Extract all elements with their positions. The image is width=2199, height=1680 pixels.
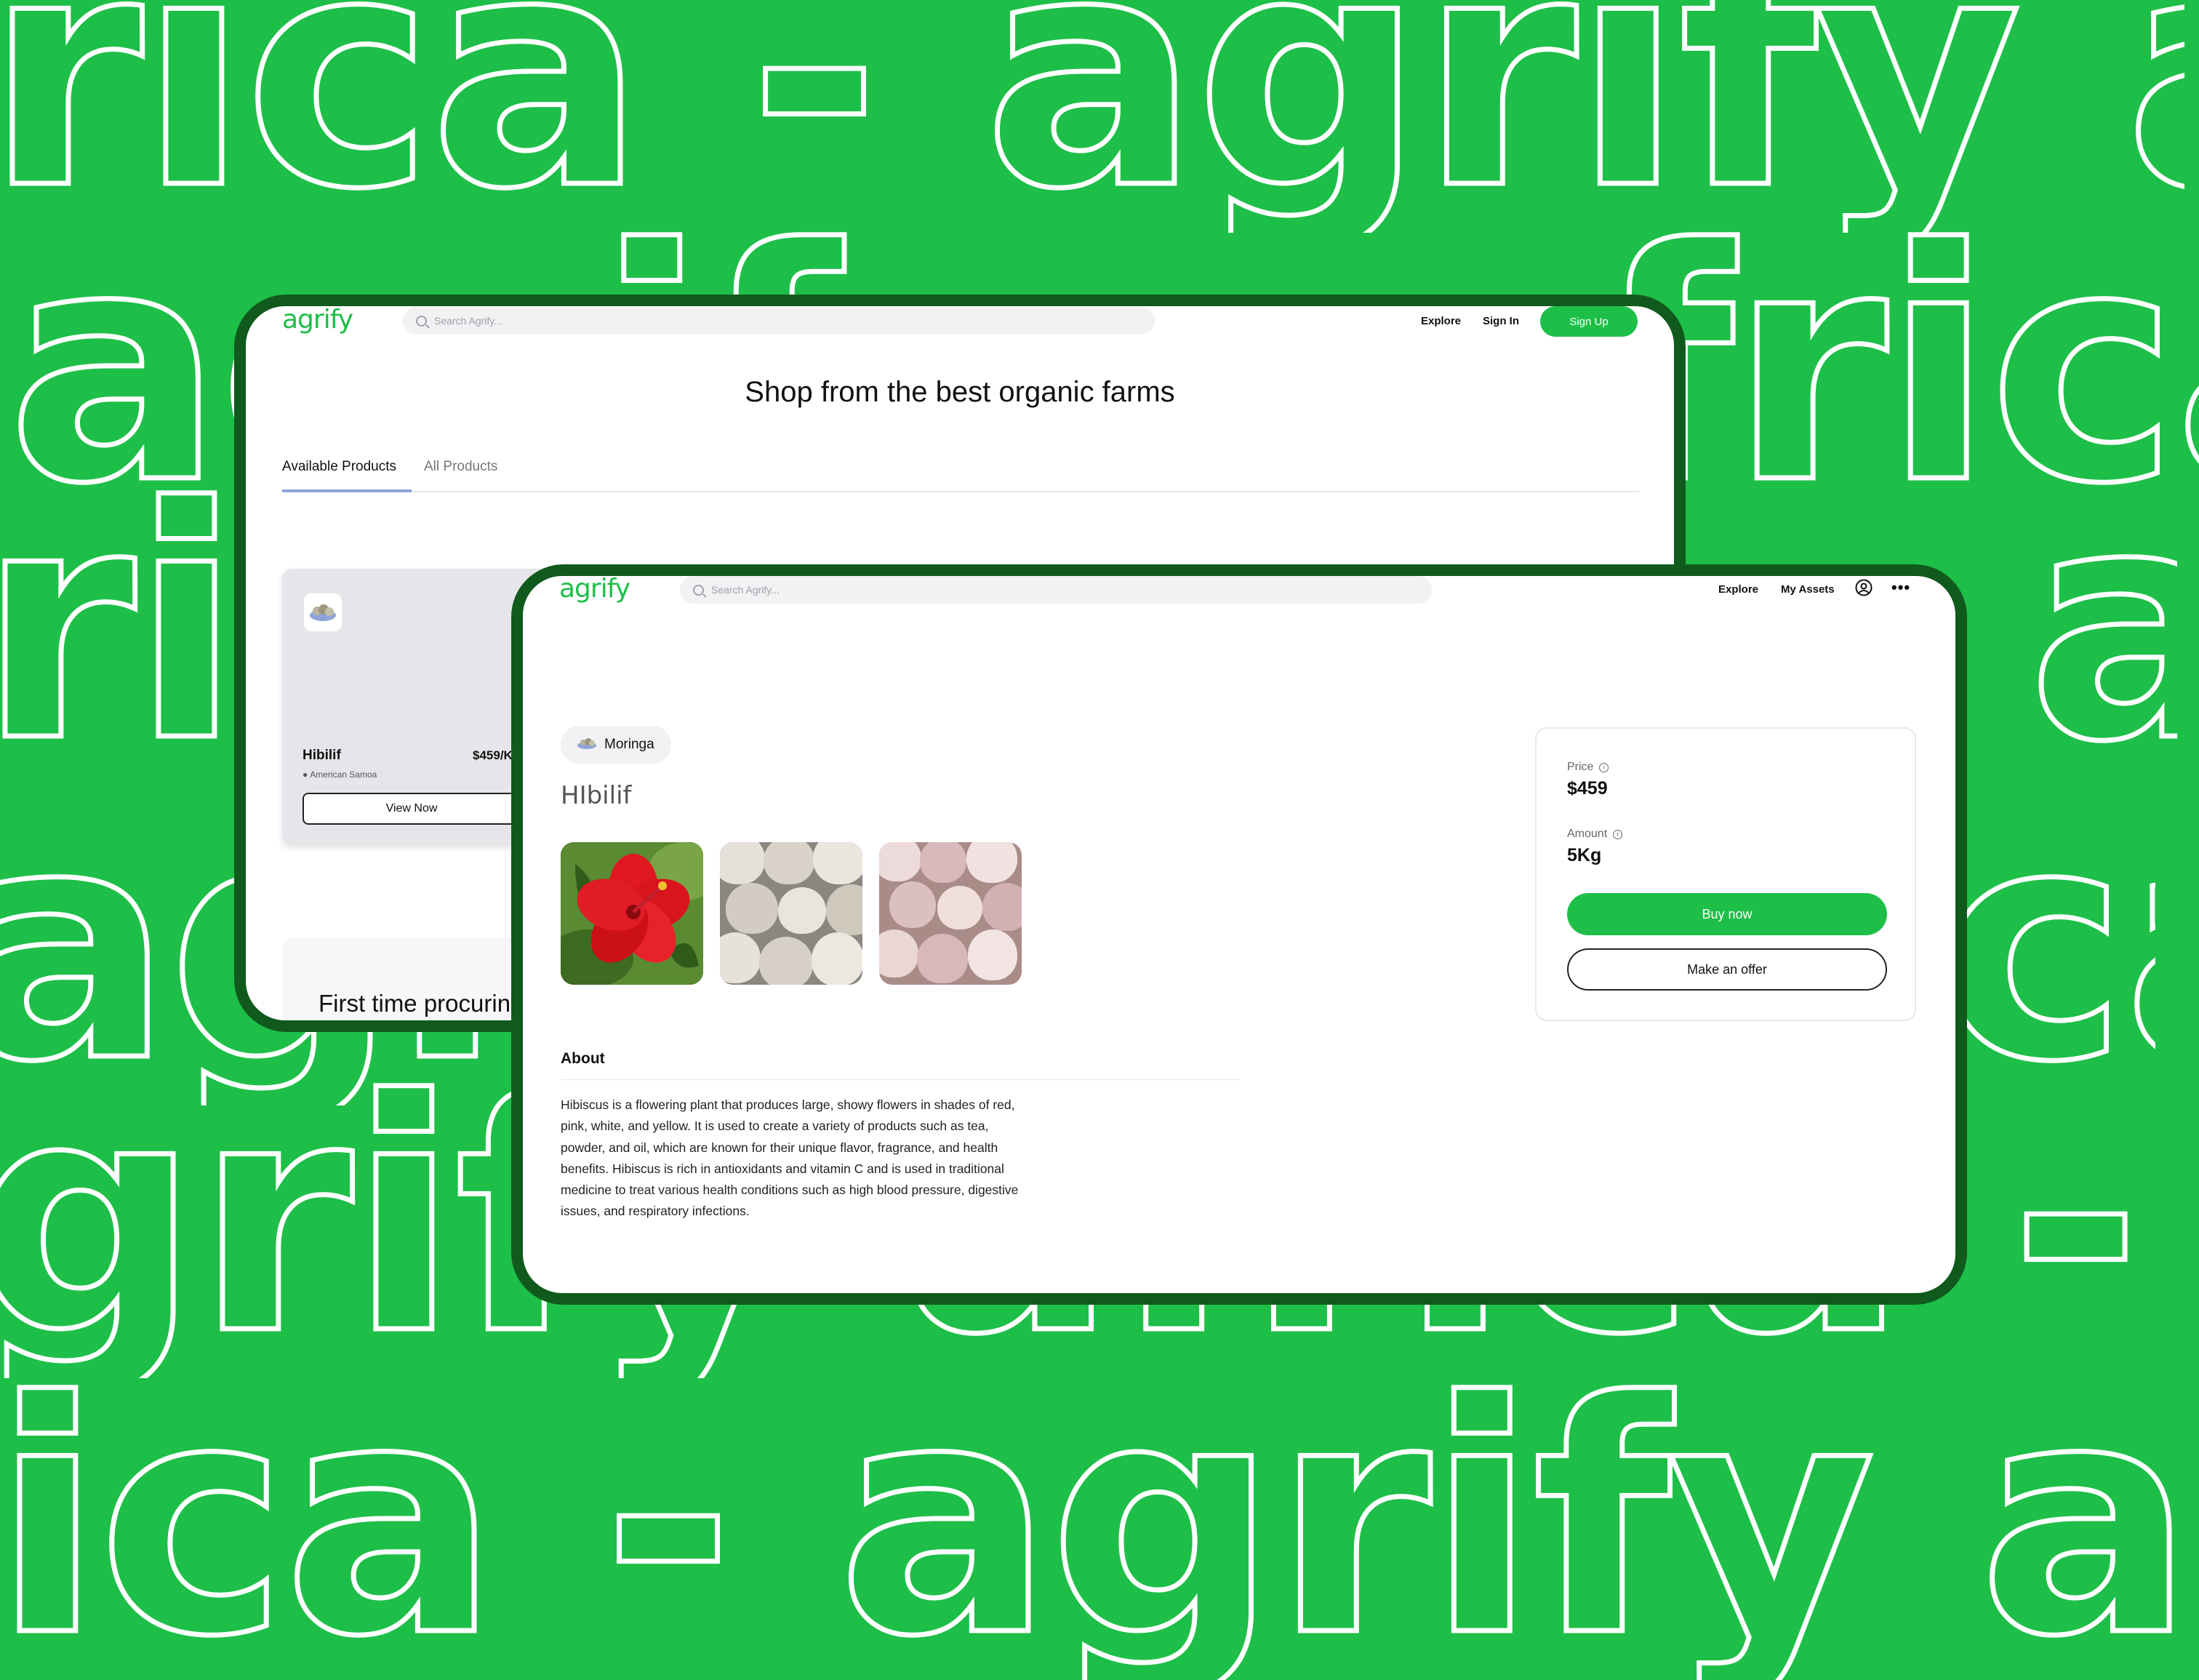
location-pin-icon: ● bbox=[303, 769, 308, 780]
location-text: American Samoa bbox=[310, 769, 377, 780]
category-label: Moringa bbox=[604, 737, 654, 752]
pink-garlic-photo[interactable] bbox=[879, 842, 1022, 985]
agrify-logo[interactable]: agrify bbox=[282, 306, 353, 335]
hibiscus-flower-photo[interactable] bbox=[561, 842, 703, 985]
bg-text-row-6: ica - agrify africa - agrify africa bbox=[0, 1360, 2192, 1680]
info-icon: i bbox=[1613, 829, 1623, 839]
moringa-icon bbox=[577, 737, 597, 753]
agrify-logo[interactable]: agrify bbox=[559, 576, 630, 604]
product-title: HIbilif bbox=[561, 781, 632, 810]
search-placeholder: Search Agrify... bbox=[434, 315, 502, 327]
page-headline: Shop from the best organic farms bbox=[745, 376, 1175, 408]
info-icon: i bbox=[1599, 762, 1609, 772]
amount-value: 5Kg bbox=[1567, 845, 1602, 865]
nav-my-assets[interactable]: My Assets bbox=[1781, 583, 1835, 596]
nav-sign-in[interactable]: Sign In bbox=[1483, 315, 1519, 327]
price-label-row: Price i bbox=[1567, 761, 1609, 774]
product-location: ● American Samoa bbox=[303, 769, 377, 780]
price-label: Price bbox=[1567, 761, 1594, 773]
price-panel: Price i $459 Amount i 5Kg Buy now Make a… bbox=[1535, 727, 1916, 1021]
search-placeholder: Search Agrify... bbox=[711, 584, 780, 596]
amount-label: Amount bbox=[1567, 828, 1608, 840]
more-dots-icon[interactable]: ••• bbox=[1891, 578, 1910, 597]
price-value: $459 bbox=[1567, 778, 1608, 799]
buy-now-button[interactable]: Buy now bbox=[1567, 893, 1887, 935]
about-divider bbox=[561, 1079, 1240, 1080]
view-now-button[interactable]: View Now bbox=[303, 793, 521, 825]
tabs-divider bbox=[282, 491, 1639, 492]
nav-explore[interactable]: Explore bbox=[1718, 583, 1758, 596]
produce-thumbnail-icon bbox=[304, 593, 342, 631]
about-heading: About bbox=[561, 1050, 605, 1067]
search-input[interactable]: Search Agrify... bbox=[680, 576, 1432, 604]
product-price: $459/K bbox=[473, 748, 513, 762]
tab-available-products[interactable]: Available Products bbox=[282, 459, 396, 475]
make-offer-button[interactable]: Make an offer bbox=[1567, 948, 1887, 991]
about-text: Hibiscus is a flowering plant that produ… bbox=[561, 1097, 1019, 1219]
product-name: Hibilif bbox=[303, 748, 341, 763]
search-input[interactable]: Search Agrify... bbox=[403, 307, 1155, 335]
active-tab-indicator bbox=[282, 489, 412, 492]
user-circle-icon[interactable] bbox=[1855, 579, 1872, 596]
front-screen: agrify Search Agrify... Explore My Asset… bbox=[523, 576, 1955, 1293]
garlic-bulbs-photo[interactable] bbox=[720, 842, 862, 985]
bg-text-row-1: rica - agrify africa - agrify africa bbox=[0, 0, 2184, 233]
category-chip[interactable]: Moringa bbox=[561, 726, 671, 764]
tab-all-products[interactable]: All Products bbox=[424, 459, 497, 475]
search-icon bbox=[416, 315, 427, 327]
nav-explore[interactable]: Explore bbox=[1421, 315, 1461, 327]
search-icon bbox=[693, 584, 704, 596]
promo-title: First time procurin bbox=[319, 990, 511, 1017]
amount-label-row: Amount i bbox=[1567, 828, 1623, 841]
sign-up-button[interactable]: Sign Up bbox=[1540, 306, 1638, 337]
